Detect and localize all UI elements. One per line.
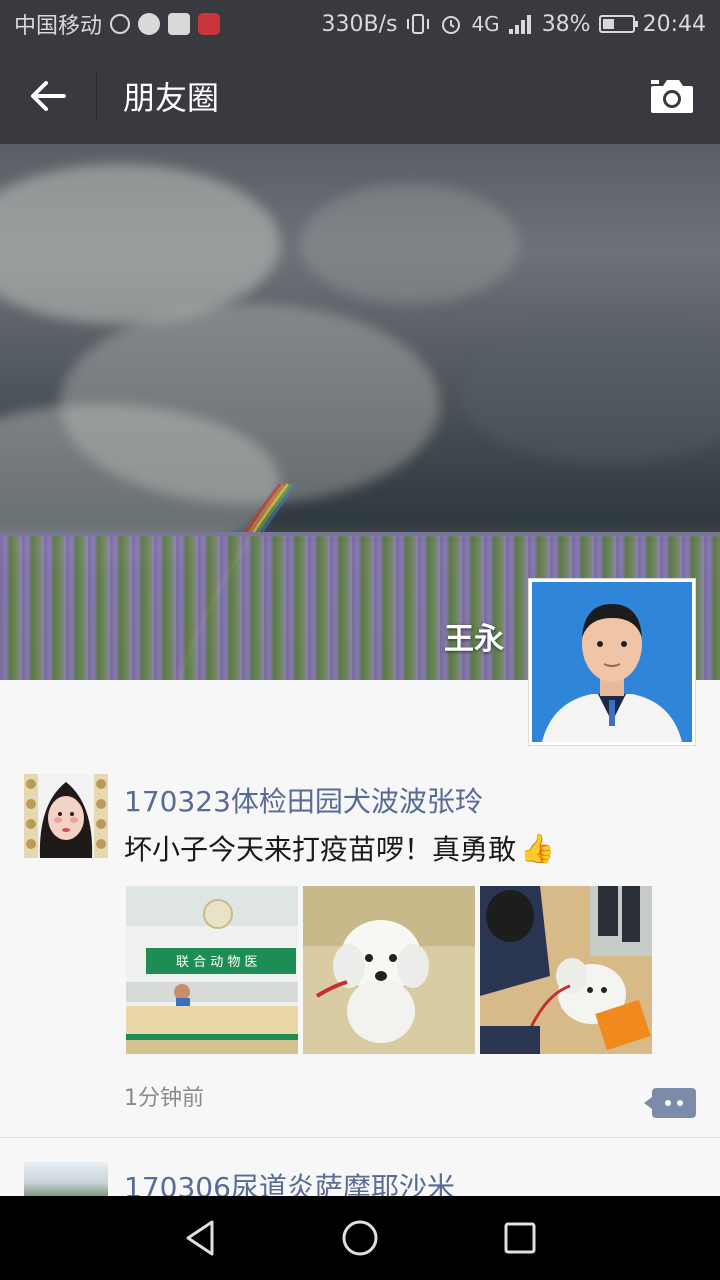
post-author[interactable]: 170323体检田园犬波波张玲 xyxy=(124,780,483,820)
profile-name[interactable]: 王永 xyxy=(444,614,504,658)
woman-avatar xyxy=(24,774,108,858)
more-dots-icon xyxy=(665,1100,671,1106)
network-type: 4G xyxy=(471,12,500,36)
square-recents-icon xyxy=(504,1222,536,1254)
post-image[interactable] xyxy=(303,886,475,1054)
page-title: 朋友圈 xyxy=(123,79,220,117)
camera-icon xyxy=(651,80,693,113)
clinic-sign: 联 合 动 物 医 xyxy=(176,955,258,970)
title-bar: 朋友圈 xyxy=(0,48,720,144)
profile-avatar[interactable] xyxy=(528,578,696,746)
user-avatar[interactable] xyxy=(24,1162,108,1196)
system-nav-bar xyxy=(0,1196,720,1280)
post-timestamp: 1分钟前 xyxy=(124,1086,204,1111)
clinic-reception-photo: 联 合 动 物 医 xyxy=(126,886,298,1054)
nav-recents-button[interactable] xyxy=(490,1208,550,1268)
triangle-back-icon xyxy=(186,1220,214,1256)
app-notification-icon xyxy=(138,13,161,35)
camera-button[interactable] xyxy=(624,48,720,144)
back-button[interactable] xyxy=(0,48,96,144)
clock: 20:44 xyxy=(642,11,706,37)
moment-post: 170323体检田园犬波波张玲 坏小子今天来打疫苗啰！真勇敢 👍 联 合 动 物… xyxy=(0,774,720,1136)
comment-button[interactable] xyxy=(644,1088,696,1118)
nav-back-button[interactable] xyxy=(170,1208,230,1268)
arrow-left-icon xyxy=(31,81,66,111)
moments-screen: 中国移动 330B/s 4G 38% 20:44 朋友圈 王永 170323体检… xyxy=(0,0,720,1280)
alarm-icon xyxy=(442,16,461,34)
vaccination-photo xyxy=(480,886,652,1054)
nav-home-button[interactable] xyxy=(330,1208,390,1268)
signal-icon xyxy=(508,15,531,34)
battery-percent: 38% xyxy=(541,11,591,37)
circle-home-icon xyxy=(342,1220,378,1256)
moment-post: 170306尿道炎萨摩耶沙米 xyxy=(0,1162,720,1196)
sync-icon xyxy=(110,14,131,34)
post-divider xyxy=(0,1137,720,1138)
title-divider xyxy=(96,72,97,120)
battery-icon xyxy=(598,15,638,33)
status-bar: 中国移动 330B/s 4G 38% 20:44 xyxy=(0,0,720,48)
vibrate-icon xyxy=(407,14,430,34)
cat-app-icon xyxy=(168,13,191,35)
more-dots-icon xyxy=(677,1100,683,1106)
huawei-app-icon xyxy=(198,13,221,35)
white-poodle-photo xyxy=(303,886,475,1054)
post-text: 坏小子今天来打疫苗啰！真勇敢 xyxy=(124,833,517,866)
post-image[interactable]: 联 合 动 物 医 xyxy=(126,886,298,1054)
post-image[interactable] xyxy=(480,886,652,1054)
carrier-label: 中国移动 xyxy=(14,14,103,39)
post-author[interactable]: 170306尿道炎萨摩耶沙米 xyxy=(124,1166,455,1196)
thumbs-up-icon: 👍 xyxy=(520,831,555,865)
man-portrait xyxy=(532,582,692,742)
post-content: 坏小子今天来打疫苗啰！真勇敢 👍 xyxy=(124,828,555,868)
net-speed: 330B/s xyxy=(321,11,398,37)
user-avatar[interactable] xyxy=(24,774,108,858)
